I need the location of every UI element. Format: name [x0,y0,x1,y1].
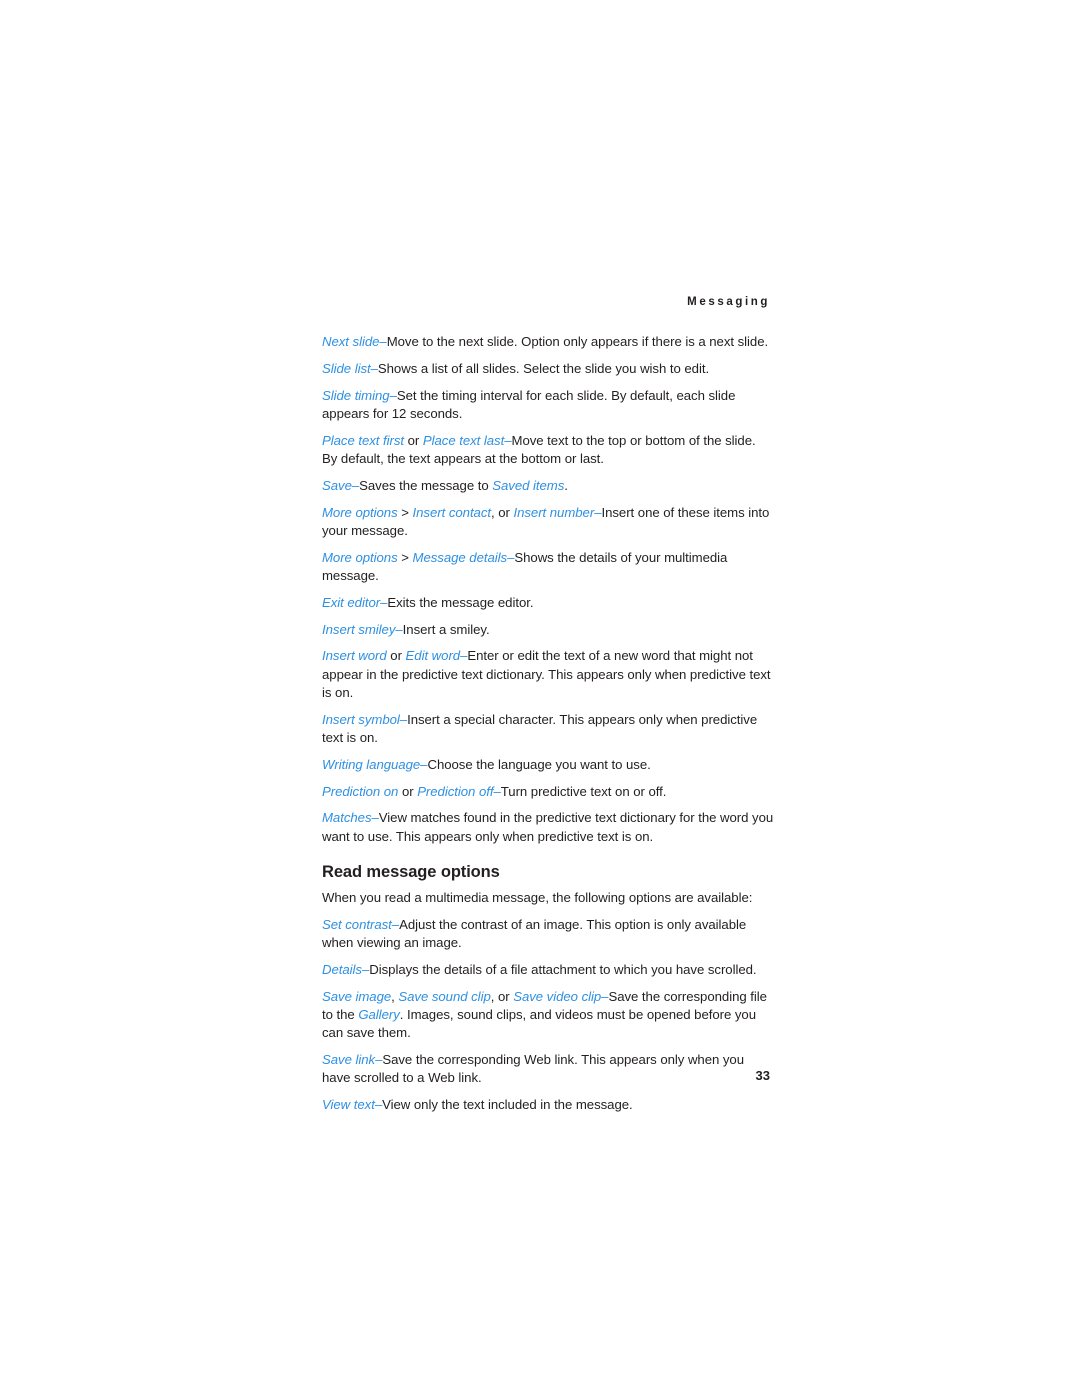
term-dash: – [399,711,408,727]
separator: > [397,504,413,520]
section-heading: Read message options [322,863,500,882]
ui-term: Insert symbol [322,711,400,727]
paragraph-read-intro: When you read a multimedia message, the … [322,889,774,907]
ui-term: Save [322,477,352,493]
paragraph-slide-list: Slide list–Shows a list of all slides. S… [322,360,774,378]
ui-term: Insert number [513,504,595,520]
paragraph-slide-timing: Slide timing–Set the timing interval for… [322,387,774,424]
ui-term: More options [322,504,398,520]
ui-term: Save image [322,988,392,1004]
ui-term: Exit editor [322,594,381,610]
ui-term: Message details [412,549,508,565]
paragraph-exit-editor: Exit editor–Exits the message editor. [322,594,774,612]
body-text: Shows a list of all slides. Select the s… [377,360,710,376]
paragraph-more-options-message-details: More options > Message details–Shows the… [322,549,774,586]
ui-term: Gallery [358,1007,400,1023]
separator: > [397,549,413,565]
ui-term: Matches [322,810,372,826]
paragraph-save: Save–Saves the message to Saved items. [322,477,774,495]
ui-term: Place text last [422,432,505,448]
paragraph-next-slide: Next slide–Move to the next slide. Optio… [322,333,774,351]
ui-term: Save sound clip [398,988,491,1004]
paragraph-set-contrast: Set contrast–Adjust the contrast of an i… [322,916,774,953]
body-text: View only the text included in the messa… [382,1097,633,1113]
paragraph-more-options-insert: More options > Insert contact, or Insert… [322,504,774,541]
body-text: Displays the details of a file attachmen… [369,961,757,977]
body-text: Choose the language you want to use. [427,756,651,772]
term-dash: – [391,916,400,932]
paragraph-view-text: View text–View only the text included in… [322,1096,774,1114]
body-text: When you read a multimedia message, the … [322,890,753,906]
body-text: Saves the message to [359,477,493,493]
term-dash: – [389,387,397,403]
paragraph-insert-smiley: Insert smiley–Insert a smiley. [322,621,774,639]
ui-term: Writing language [322,756,421,772]
paragraph-matches: Matches–View matches found in the predic… [322,809,774,846]
paragraph-details: Details–Displays the details of a file a… [322,961,774,979]
term-dash: – [395,621,403,637]
paragraph-insert-symbol: Insert symbol–Insert a special character… [322,711,774,748]
paragraph-save-media: Save image, Save sound clip, or Save vid… [322,988,774,1043]
ui-term: Insert smiley [322,621,396,637]
ui-term: Place text first [322,432,405,448]
paragraph-prediction: Prediction on or Prediction off–Turn pre… [322,783,774,801]
term-dash: – [371,810,379,826]
term-dash: – [379,334,387,349]
ui-term: Set contrast [322,916,392,932]
paragraph-writing-language: Writing language–Choose the language you… [322,756,774,774]
body-text: or [404,432,423,448]
page-number: 33 [755,1068,770,1083]
ui-term: More options [322,549,398,565]
ui-term: Details [322,961,362,977]
body-text: Insert a smiley. [402,621,490,637]
ui-term: Next slide [322,334,380,349]
ui-term: Save link [322,1052,376,1068]
ui-term: Edit word [405,648,461,664]
page-body: Next slide–Move to the next slide. Optio… [322,333,774,1123]
term-dash: – [370,360,378,376]
term-dash: – [493,783,501,799]
options-list-editor: Next slide–Move to the next slide. Optio… [322,333,774,846]
term-dash: – [504,432,512,448]
body-text: or [398,783,418,799]
ui-term: Save video clip [513,988,602,1004]
ui-term: View text [322,1097,375,1113]
manual-page: Messaging Next slide–Move to the next sl… [0,0,1080,1397]
body-text: Turn predictive text on or off. [500,783,667,799]
running-header: Messaging [687,296,770,308]
body-text: or [386,648,406,664]
ui-term: Saved items [492,477,565,493]
ui-term: Prediction off [417,783,494,799]
ui-term: Insert contact [412,504,492,520]
body-text: Move to the next slide. Option only appe… [386,334,769,349]
ui-term: Prediction on [322,783,399,799]
ui-term: Slide timing [322,387,390,403]
ui-term: Insert word [322,648,387,664]
ui-term: Slide list [322,360,371,376]
body-text: View matches found in the predictive tex… [322,810,774,844]
body-text: . [564,477,568,493]
body-text: , or [491,504,514,520]
body-text: Exits the message editor. [387,594,534,610]
body-text: , or [490,988,514,1004]
paragraph-insert-word: Insert word or Edit word–Enter or edit t… [322,647,774,702]
paragraph-place-text: Place text first or Place text last–Move… [322,432,774,469]
